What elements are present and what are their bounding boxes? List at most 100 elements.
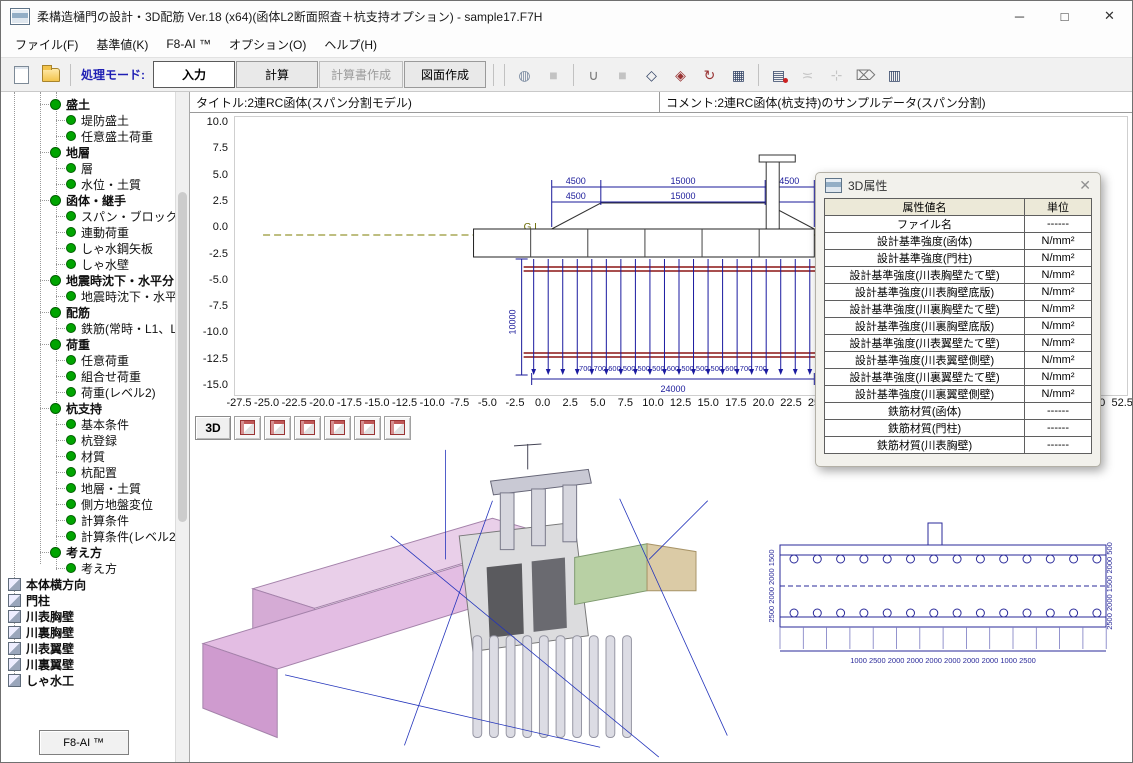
tree-item[interactable]: 組合せ荷重	[1, 368, 175, 384]
tree-item[interactable]: 杭支持	[1, 400, 175, 416]
cube-view-2-button[interactable]	[264, 416, 291, 440]
tree-item[interactable]: 川裏胸壁	[1, 624, 175, 640]
attribute-name-cell: 鉄筋材質(門柱)	[825, 420, 1025, 437]
solid-box-icon: ■	[549, 68, 557, 82]
tree-item[interactable]: 盛土	[1, 96, 175, 112]
tree-item[interactable]: 層	[1, 160, 175, 176]
table-grid-button[interactable]: ▥	[881, 61, 908, 88]
tree-item[interactable]: 任意盛土荷重	[1, 128, 175, 144]
tree-item[interactable]: 川表翼壁	[1, 640, 175, 656]
cube-view-6-button[interactable]	[384, 416, 411, 440]
tree-scrollbar-thumb[interactable]	[178, 192, 187, 522]
attribute-unit-cell: N/mm²	[1025, 284, 1092, 301]
tree-item[interactable]: 地震時沈下・水平分	[1, 272, 175, 288]
attribute-unit-cell: ------	[1025, 420, 1092, 437]
rotate-view-button[interactable]: ◈	[667, 61, 694, 88]
tree-item-label: 基本条件	[81, 416, 129, 433]
attribute-name-cell: 設計基準強度(川表胸壁底版)	[825, 284, 1025, 301]
section-cut-button[interactable]: ∪	[580, 61, 607, 88]
tree-item[interactable]: 荷重(レベル2)	[1, 384, 175, 400]
tree-item[interactable]: 堤防盛土	[1, 112, 175, 128]
tree-item[interactable]: 基本条件	[1, 416, 175, 432]
tree-item-label: 盛土	[66, 96, 90, 113]
tree-item[interactable]: 函体・継手	[1, 192, 175, 208]
refresh-view-button[interactable]: ↻	[696, 61, 723, 88]
delete-button[interactable]: ⌦	[852, 61, 879, 88]
palette-row: 設計基準強度(門柱)N/mm²	[825, 250, 1092, 267]
tree-item[interactable]: 杭登録	[1, 432, 175, 448]
tree-item[interactable]: 配筋	[1, 304, 175, 320]
cube-view-4-button[interactable]	[324, 416, 351, 440]
svg-text:15000: 15000	[670, 191, 695, 201]
3d-sphere-button[interactable]: ◍	[511, 61, 538, 88]
tree-item-label: 鉄筋(常時・L1、L2	[81, 320, 175, 337]
tree-scrollbar[interactable]	[175, 92, 189, 762]
tree-item[interactable]: しゃ水工	[1, 672, 175, 688]
menu-item[interactable]: F8-AI ™	[157, 31, 220, 57]
menu-item[interactable]: オプション(O)	[220, 31, 315, 57]
title-bar[interactable]: 柔構造樋門の設計・3D配筋 Ver.18 (x64)(函体L2断面照査＋杭支持オ…	[1, 1, 1132, 31]
x-axis-tick: -12.5	[392, 397, 417, 409]
palette-row: 鉄筋材質(川表胸壁)------	[825, 437, 1092, 454]
tree-item[interactable]: 考え方	[1, 544, 175, 560]
cube-view-5-button[interactable]	[354, 416, 381, 440]
tree-item[interactable]: 川表胸壁	[1, 608, 175, 624]
menu-item[interactable]: ファイル(F)	[6, 31, 87, 57]
x-axis-tick: 0.0	[535, 397, 550, 409]
3d-model-viewport[interactable]	[193, 442, 745, 760]
column-grid-button[interactable]: ▦	[725, 61, 752, 88]
menu-item[interactable]: 基準値(K)	[87, 31, 157, 57]
tree-item[interactable]: 側方地盤変位	[1, 496, 175, 512]
minimize-button[interactable]: ─	[997, 1, 1042, 31]
mode-button-input[interactable]: 入力	[153, 61, 235, 88]
front-view-button[interactable]: ◇	[638, 61, 665, 88]
tree-item[interactable]: しゃ水鋼矢板	[1, 240, 175, 256]
attribute-unit-cell: ------	[1025, 216, 1092, 233]
tree-item[interactable]: 本体横方向	[1, 576, 175, 592]
tree-item[interactable]: 考え方	[1, 560, 175, 576]
tree-item[interactable]: 計算条件(レベル2	[1, 528, 175, 544]
tree-item[interactable]: 鉄筋(常時・L1、L2	[1, 320, 175, 336]
mode-button-drawing[interactable]: 図面作成	[404, 61, 486, 88]
svg-text:15000: 15000	[670, 176, 695, 186]
3d-view-button[interactable]: 3D	[195, 416, 231, 440]
tree-item[interactable]: 門柱	[1, 592, 175, 608]
palette-title-bar[interactable]: 3D属性 ✕	[816, 173, 1100, 198]
node-icon	[66, 563, 76, 573]
attributes-table: 属性値名単位ファイル名------設計基準強度(函体)N/mm²設計基準強度(門…	[824, 198, 1092, 454]
tree-item-label: 地震時沈下・水平	[81, 288, 175, 305]
report-page-button[interactable]: ▤	[765, 61, 792, 88]
tree-item[interactable]: 川裏翼壁	[1, 656, 175, 672]
svg-text:2500 2000 1500 2000 500: 2500 2000 1500 2000 500	[1105, 542, 1114, 630]
x-axis-tick: 22.5	[780, 397, 801, 409]
cube-view-1-button[interactable]	[234, 416, 261, 440]
attribute-name-cell: ファイル名	[825, 216, 1025, 233]
attribute-unit-cell: N/mm²	[1025, 233, 1092, 250]
palette-close-icon[interactable]: ✕	[1079, 177, 1091, 194]
node-icon	[66, 163, 76, 173]
f8-ai-button[interactable]: F8-AI ™	[39, 730, 129, 755]
close-button[interactable]: ✕	[1087, 1, 1132, 31]
tree-item[interactable]: 計算条件	[1, 512, 175, 528]
tree-item[interactable]: 連動荷重	[1, 224, 175, 240]
node-icon	[50, 275, 61, 286]
tree-item[interactable]: 任意荷重	[1, 352, 175, 368]
tree-item[interactable]: スパン・ブロック	[1, 208, 175, 224]
tree-item-label: 荷重	[66, 336, 90, 353]
tree-item[interactable]: 水位・土質	[1, 176, 175, 192]
tree-item[interactable]: しゃ水壁	[1, 256, 175, 272]
y-axis-tick: 2.5	[213, 195, 228, 207]
tree-item[interactable]: 材質	[1, 448, 175, 464]
mode-button-calc[interactable]: 計算	[236, 61, 318, 88]
maximize-button[interactable]: □	[1042, 1, 1087, 31]
cube-view-3-button[interactable]	[294, 416, 321, 440]
node-icon	[66, 243, 76, 253]
tree-item[interactable]: 地層	[1, 144, 175, 160]
new-document-button[interactable]	[8, 61, 35, 88]
tree-item[interactable]: 荷重	[1, 336, 175, 352]
tree-item[interactable]: 地震時沈下・水平	[1, 288, 175, 304]
tree-item[interactable]: 杭配置	[1, 464, 175, 480]
tree-item[interactable]: 地層・土質	[1, 480, 175, 496]
menu-item[interactable]: ヘルプ(H)	[315, 31, 386, 57]
open-file-button[interactable]	[37, 61, 64, 88]
